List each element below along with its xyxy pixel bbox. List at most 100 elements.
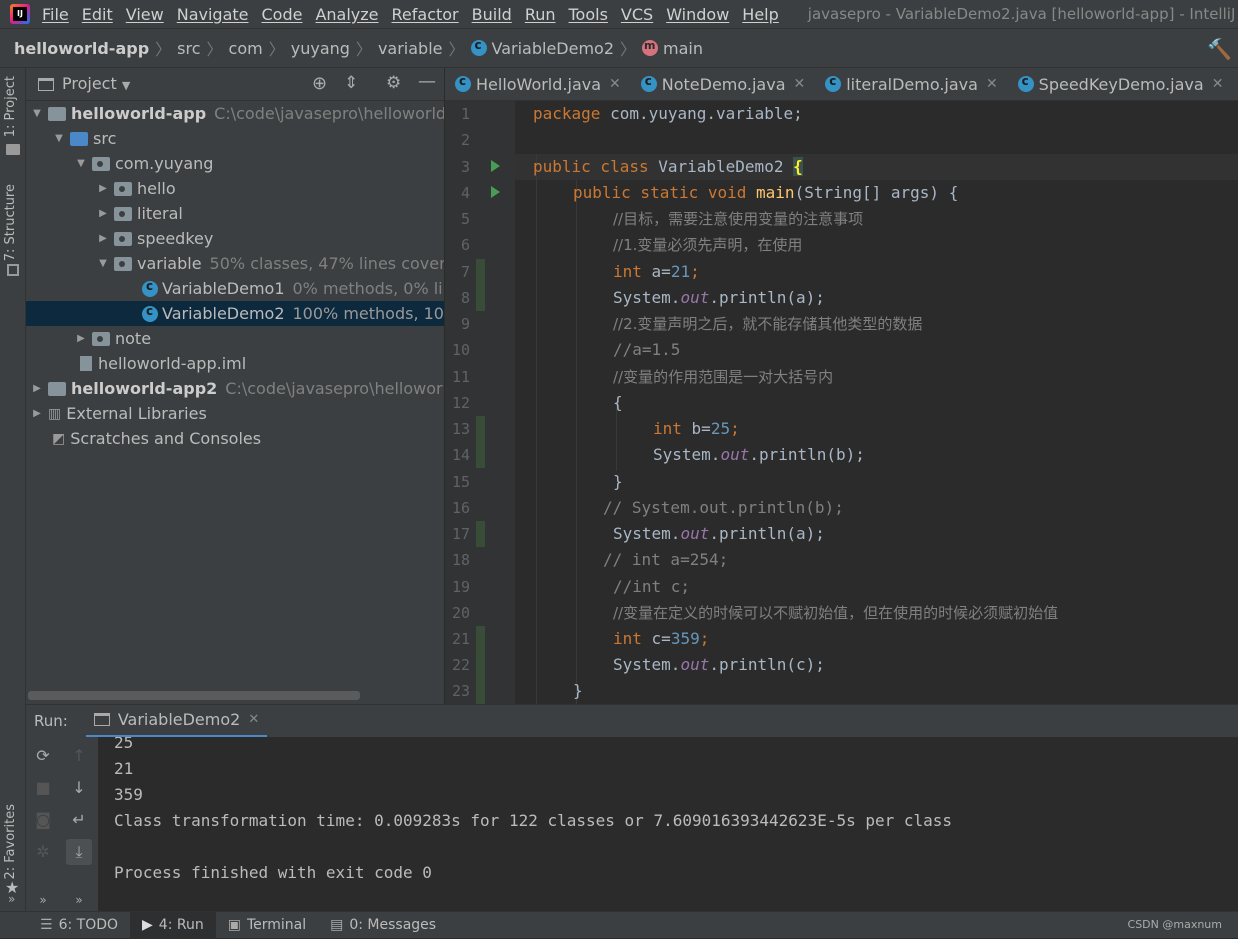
- camera-icon[interactable]: ◙: [30, 807, 56, 833]
- down-arrow-icon[interactable]: ↓: [66, 775, 92, 801]
- up-arrow-icon[interactable]: ↑: [66, 743, 92, 769]
- run-tab-variabledemo2[interactable]: VariableDemo2 ✕: [85, 705, 268, 738]
- expand-more-icon[interactable]: »: [8, 892, 15, 906]
- tool-tab-project[interactable]: 1: Project: [3, 76, 18, 137]
- tree-item-hello[interactable]: ▶ hello: [26, 176, 444, 201]
- menu-run[interactable]: Run: [521, 5, 565, 24]
- tab-variabledemo[interactable]: V: [1233, 68, 1238, 100]
- chevron-down-icon[interactable]: ▼: [30, 108, 44, 119]
- chevron-right-icon[interactable]: ▶: [96, 233, 110, 244]
- menu-analyze[interactable]: Analyze: [311, 5, 387, 24]
- soft-wrap-icon[interactable]: ↵: [66, 807, 92, 833]
- tree-item-speedkey[interactable]: ▶ speedkey: [26, 226, 444, 251]
- tool-tab-structure[interactable]: 7: Structure: [3, 184, 18, 261]
- crumb-src[interactable]: src: [177, 39, 200, 58]
- tool-tab-favorites[interactable]: 2: Favorites: [3, 804, 18, 880]
- menu-build[interactable]: Build: [468, 5, 521, 24]
- chevron-right-icon[interactable]: ▶: [30, 383, 44, 394]
- project-view-selector[interactable]: Project ▼: [62, 74, 130, 93]
- tree-item-variabledemo1[interactable]: VariableDemo1 0% methods, 0% lines: [26, 276, 444, 301]
- crumb-class[interactable]: VariableDemo2: [492, 39, 615, 58]
- tool-tab-run[interactable]: ▶ 4: Run: [130, 911, 216, 939]
- collapse-all-icon[interactable]: ⇕: [344, 73, 358, 93]
- crumb-com[interactable]: com: [229, 39, 263, 58]
- code-line-17: System.out.println(a);: [613, 521, 825, 547]
- vcs-change-marker[interactable]: [476, 521, 485, 547]
- close-icon[interactable]: ✕: [794, 76, 806, 92]
- tree-item-scratches[interactable]: ◩ Scratches and Consoles: [26, 426, 444, 451]
- chevron-right-icon[interactable]: ▶: [74, 333, 88, 344]
- tree-item-helloworld-app[interactable]: ▼ helloworld-app C:\code\javasepro\hello…: [26, 101, 444, 126]
- tab-literaldemo[interactable]: literalDemo.java ✕: [815, 68, 1007, 100]
- chevron-down-icon[interactable]: ▼: [74, 158, 88, 169]
- crumb-method[interactable]: main: [663, 39, 703, 58]
- code-token: out: [680, 655, 710, 674]
- close-icon[interactable]: ✕: [248, 712, 259, 727]
- minimize-icon[interactable]: —: [418, 71, 436, 92]
- vcs-change-marker[interactable]: [476, 259, 485, 311]
- menu-navigate[interactable]: Navigate: [173, 5, 258, 24]
- close-icon[interactable]: ✕: [986, 76, 998, 92]
- vcs-change-marker[interactable]: [476, 626, 485, 704]
- tab-notedemo[interactable]: NoteDemo.java ✕: [631, 68, 815, 100]
- rerun-icon[interactable]: ⟳: [30, 743, 56, 769]
- menu-refactor[interactable]: Refactor: [388, 5, 468, 24]
- line-number: 2: [460, 131, 470, 149]
- console-output[interactable]: 25 21 359 Class transformation time: 0.0…: [98, 737, 1238, 911]
- menu-tools[interactable]: Tools: [565, 5, 617, 24]
- tree-item-variable[interactable]: ▼ variable 50% classes, 47% lines covere…: [26, 251, 444, 276]
- line-number: 9: [460, 315, 470, 333]
- tree-item-com-yuyang[interactable]: ▼ com.yuyang: [26, 151, 444, 176]
- tool-tab-terminal[interactable]: ▣ Terminal: [216, 912, 318, 939]
- settings-icon[interactable]: ✲: [30, 839, 56, 865]
- chevron-right-icon[interactable]: ▶: [30, 408, 44, 419]
- module-folder-icon: [48, 106, 66, 121]
- tree-item-note[interactable]: ▶ note: [26, 326, 444, 351]
- tool-tab-messages[interactable]: ▤ 0: Messages: [318, 912, 448, 939]
- chevron-down-icon[interactable]: ▼: [52, 133, 66, 144]
- class-icon: [825, 74, 842, 92]
- chevron-down-icon[interactable]: ▼: [96, 258, 110, 269]
- close-icon[interactable]: ✕: [1212, 76, 1224, 92]
- menu-edit[interactable]: Edit: [78, 5, 122, 24]
- horizontal-scrollbar[interactable]: [28, 691, 360, 700]
- more-icon[interactable]: »: [66, 887, 92, 913]
- gear-icon[interactable]: ⚙: [386, 73, 401, 93]
- locate-crosshair-icon[interactable]: ⊕: [312, 73, 327, 94]
- tree-item-helloworld-app2[interactable]: ▶ helloworld-app2 C:\code\javasepro\hell…: [26, 376, 444, 401]
- vcs-change-marker[interactable]: [476, 416, 485, 468]
- tab-helloworld[interactable]: HelloWorld.java ✕: [445, 68, 631, 100]
- menu-window[interactable]: Window: [662, 5, 738, 24]
- tree-item-iml[interactable]: helloworld-app.iml: [26, 351, 444, 376]
- tree-item-variabledemo2[interactable]: VariableDemo2 100% methods, 100%: [26, 301, 444, 326]
- menu-code[interactable]: Code: [258, 5, 312, 24]
- chevron-right-icon[interactable]: ▶: [96, 183, 110, 194]
- chevron-right-icon[interactable]: ▶: [96, 208, 110, 219]
- list-icon: ☰: [40, 917, 53, 933]
- menu-help[interactable]: Help: [738, 5, 787, 24]
- chevron-right-icon: 〉: [155, 40, 172, 59]
- code-editor[interactable]: package com.yuyang.variable; public clas…: [515, 101, 1238, 704]
- tab-speedkeydemo[interactable]: SpeedKeyDemo.java ✕: [1008, 68, 1234, 100]
- editor-gutter[interactable]: 1 2 3 4 5 6 7 8 9 10 11 12 13 14 15 16 17 18 19 20 21 22 23: [445, 101, 528, 704]
- menu-view[interactable]: View: [122, 5, 173, 24]
- scroll-to-end-icon[interactable]: ⤓: [66, 839, 92, 865]
- crumb-variable[interactable]: variable: [378, 39, 443, 58]
- tree-item-src[interactable]: ▼ src: [26, 126, 444, 151]
- menu-file[interactable]: File: [38, 5, 78, 24]
- tool-tab-todo[interactable]: ☰ 6: TODO: [28, 912, 130, 939]
- code-line-19: //int c;: [613, 577, 691, 596]
- stop-icon[interactable]: ■: [30, 775, 56, 801]
- crumb-yuyang[interactable]: yuyang: [291, 39, 350, 58]
- run-class-icon[interactable]: [491, 160, 500, 172]
- run-method-icon[interactable]: [491, 186, 500, 198]
- menu-vcs[interactable]: VCS: [617, 5, 662, 24]
- line-number: 11: [451, 368, 470, 386]
- more-icon[interactable]: »: [30, 887, 56, 913]
- crumb-project[interactable]: helloworld-app: [14, 39, 149, 58]
- tree-item-external-libraries[interactable]: ▶ ▥ External Libraries: [26, 401, 444, 426]
- code-token: 25: [710, 419, 731, 438]
- build-hammer-icon[interactable]: 🔨: [1207, 37, 1232, 61]
- close-icon[interactable]: ✕: [609, 76, 621, 92]
- tree-item-literal[interactable]: ▶ literal: [26, 201, 444, 226]
